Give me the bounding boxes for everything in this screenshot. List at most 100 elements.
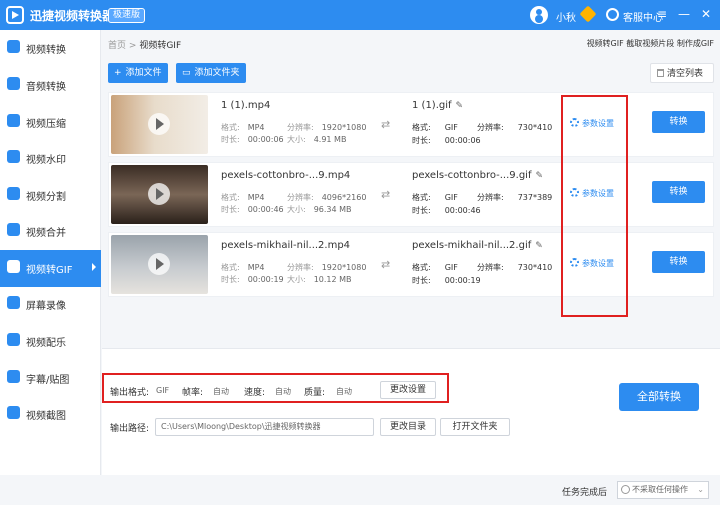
- source-size: 大小: 4.91 MB: [287, 135, 347, 144]
- source-format: 格式: MP4: [221, 193, 265, 202]
- output-panel: 输出格式: GIF 帧率: 自动 速度: 自动 质量: 自动 更改设置 输出路径…: [102, 348, 720, 475]
- edit-icon[interactable]: ✎: [456, 101, 464, 111]
- video-split-icon: [7, 187, 20, 200]
- output-path-field[interactable]: C:\Users\Mloong\Desktop\迅捷视频转换器: [155, 418, 374, 436]
- output-format: 格式: GIF: [412, 263, 458, 272]
- trash-icon: [657, 69, 664, 77]
- link-make-gif[interactable]: 制作成GIF: [677, 39, 714, 48]
- change-dir-button[interactable]: 更改目录: [380, 418, 436, 436]
- sidebar-item-subtitle-sticker[interactable]: 字幕/贴图: [0, 360, 101, 397]
- status-bar: 任务完成后 不采取任何操作 ⌄: [102, 477, 720, 505]
- convert-button[interactable]: 转换: [652, 111, 705, 133]
- source-duration: 时长: 00:00:06: [221, 135, 284, 144]
- source-size: 大小: 96.34 MB: [287, 205, 352, 214]
- source-resolution: 分辨率: 1920*1080: [287, 123, 367, 132]
- sidebar-item-video-music[interactable]: 视频配乐: [0, 323, 101, 360]
- sidebar-item-video-split[interactable]: 视频分割: [0, 177, 101, 214]
- plus-icon: +: [114, 68, 122, 78]
- add-folder-button[interactable]: ▭ 添加文件夹: [176, 63, 246, 83]
- output-path-label: 输出路径:: [110, 424, 150, 434]
- source-format: 格式: MP4: [221, 123, 265, 132]
- output-duration: 时长: 00:00:46: [412, 206, 481, 215]
- play-icon[interactable]: [148, 113, 170, 135]
- app-logo-icon: [6, 6, 24, 24]
- title-bar: 迅捷视频转换器 极速版 小秋 客服中心 ≡ — ✕: [0, 0, 720, 30]
- convert-arrow-icon: ⇄: [381, 258, 391, 271]
- sidebar-item-screen-record[interactable]: 屏幕录像: [0, 286, 101, 323]
- video-thumbnail[interactable]: [111, 165, 208, 224]
- app-title: 迅捷视频转换器: [30, 9, 115, 23]
- add-folder-label: 添加文件夹: [194, 68, 240, 78]
- audio-convert-icon: [7, 77, 20, 90]
- feature-links: 视频转GIF 截取视频片段 制作成GIF: [587, 38, 714, 49]
- sidebar-item-audio-convert[interactable]: 音频转换: [0, 67, 101, 104]
- sidebar-item-label: 视频配乐: [26, 338, 66, 349]
- main-panel: 首页 > 视频转GIF 视频转GIF 截取视频片段 制作成GIF + 添加文件 ▭…: [102, 30, 720, 505]
- edit-icon[interactable]: ✎: [535, 171, 543, 181]
- sidebar-item-video-convert[interactable]: 视频转换: [0, 30, 101, 67]
- convert-button[interactable]: 转换: [652, 181, 705, 203]
- clear-list-button[interactable]: 清空列表: [650, 63, 714, 83]
- sidebar-item-label: 屏幕录像: [26, 301, 66, 312]
- video-thumbnail[interactable]: [111, 95, 208, 154]
- open-folder-button[interactable]: 打开文件夹: [440, 418, 510, 436]
- chevron-down-icon: ⌄: [697, 485, 704, 494]
- annotation-highlight-settings: [561, 95, 628, 317]
- after-completion-select[interactable]: 不采取任何操作 ⌄: [617, 481, 709, 499]
- source-size: 大小: 10.12 MB: [287, 275, 352, 284]
- vip-icon[interactable]: [579, 5, 597, 23]
- after-completion-label: 任务完成后: [562, 488, 608, 498]
- sidebar-item-label: 视频分割: [26, 192, 66, 203]
- sidebar-item-label: 视频合并: [26, 228, 66, 239]
- annotation-highlight-output: [102, 373, 449, 403]
- output-resolution: 分辨率: 737*389: [477, 193, 553, 202]
- add-file-button[interactable]: + 添加文件: [108, 63, 168, 83]
- sidebar-item-video-to-gif[interactable]: 视频转GIF: [0, 250, 101, 287]
- convert-arrow-icon: ⇄: [381, 118, 391, 131]
- convert-all-button[interactable]: 全部转换: [619, 383, 699, 411]
- screen-record-icon: [7, 296, 20, 309]
- output-file-name[interactable]: pexels-mikhail-nil...2.gif ✎: [412, 240, 543, 251]
- sidebar-item-video-screenshot[interactable]: 视频截图: [0, 396, 101, 433]
- close-button[interactable]: ✕: [698, 6, 714, 22]
- source-file-name: pexels-cottonbro-...9.mp4: [221, 170, 351, 181]
- menu-icon[interactable]: ≡: [654, 6, 670, 22]
- output-format: 格式: GIF: [412, 123, 458, 132]
- breadcrumb-current: 视频转GIF: [139, 41, 182, 51]
- edit-icon[interactable]: ✎: [535, 241, 543, 251]
- screenshot-icon: [7, 406, 20, 419]
- sidebar-item-label: 字幕/贴图: [26, 375, 70, 386]
- customer-service-icon[interactable]: [606, 8, 619, 21]
- sidebar-item-video-compress[interactable]: 视频压缩: [0, 104, 101, 141]
- output-file-name[interactable]: 1 (1).gif ✎: [412, 100, 463, 111]
- output-duration: 时长: 00:00:06: [412, 136, 481, 145]
- sidebar-item-video-merge[interactable]: 视频合并: [0, 213, 101, 250]
- play-icon[interactable]: [148, 183, 170, 205]
- breadcrumb-separator: >: [128, 41, 137, 51]
- sidebar-item-label: 视频转换: [26, 45, 66, 56]
- convert-button[interactable]: 转换: [652, 251, 705, 273]
- video-merge-icon: [7, 223, 20, 236]
- source-file-name: pexels-mikhail-nil...2.mp4: [221, 240, 351, 251]
- minimize-button[interactable]: —: [676, 6, 692, 22]
- breadcrumb-home[interactable]: 首页: [108, 41, 126, 51]
- play-icon[interactable]: [148, 253, 170, 275]
- source-resolution: 分辨率: 4096*2160: [287, 193, 367, 202]
- add-file-label: 添加文件: [125, 68, 162, 78]
- link-video-to-gif[interactable]: 视频转GIF: [587, 39, 624, 48]
- video-compress-icon: [7, 114, 20, 127]
- source-file-name: 1 (1).mp4: [221, 100, 271, 111]
- output-file-name[interactable]: pexels-cottonbro-...9.gif ✎: [412, 170, 543, 181]
- music-icon: [7, 333, 20, 346]
- user-name[interactable]: 小秋: [556, 9, 576, 24]
- output-resolution: 分辨率: 730*410: [477, 263, 553, 272]
- sidebar-item-video-watermark[interactable]: 视频水印: [0, 140, 101, 177]
- clear-list-label: 清空列表: [667, 69, 704, 79]
- source-duration: 时长: 00:00:46: [221, 205, 284, 214]
- link-trim-video[interactable]: 截取视频片段: [626, 39, 674, 48]
- user-avatar-icon[interactable]: [530, 6, 548, 24]
- chevron-right-icon: [92, 263, 96, 271]
- folder-icon: ▭: [182, 68, 191, 78]
- watermark-icon: [7, 150, 20, 163]
- video-thumbnail[interactable]: [111, 235, 208, 294]
